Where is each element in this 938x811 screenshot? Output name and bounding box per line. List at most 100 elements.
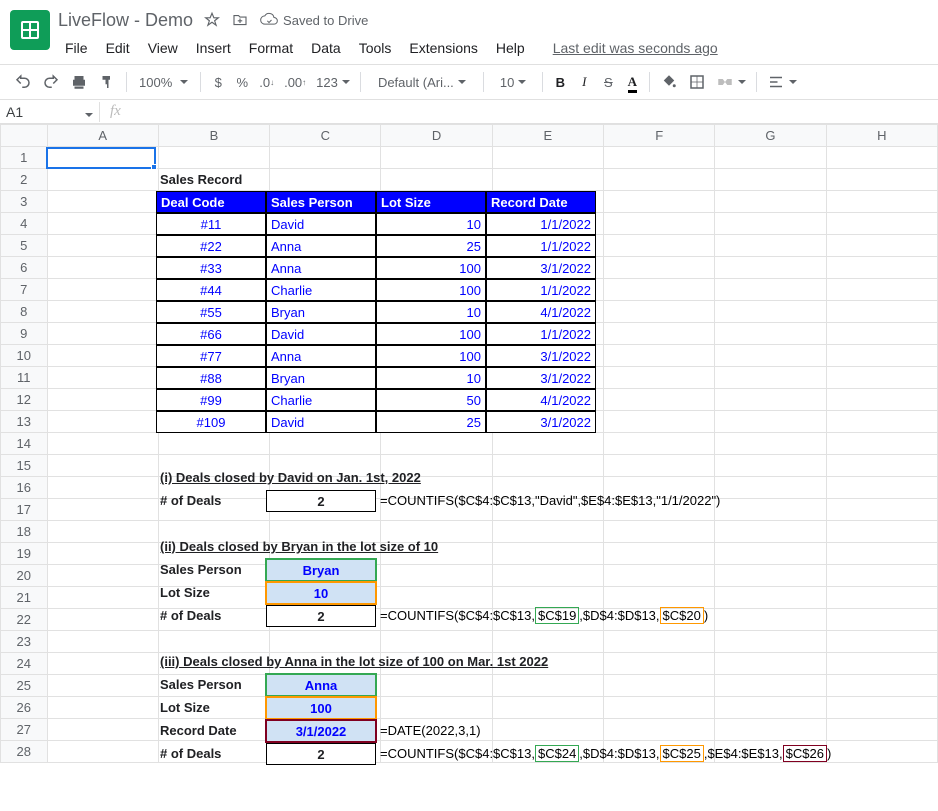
cell[interactable] [270,169,381,191]
row-header[interactable]: 4 [1,213,48,235]
cell[interactable] [158,147,269,169]
cell[interactable] [47,389,158,411]
cell[interactable] [826,345,937,367]
cell[interactable] [604,433,715,455]
cell[interactable] [826,323,937,345]
cell[interactable] [604,697,715,719]
cell[interactable] [604,389,715,411]
font-size-select[interactable]: 10 [490,73,536,92]
cell[interactable] [826,389,937,411]
row-header[interactable]: 5 [1,235,48,257]
zoom-select[interactable]: 100% [133,73,194,92]
cell[interactable] [715,279,826,301]
cell[interactable] [381,587,492,609]
cell[interactable] [715,477,826,499]
cell[interactable] [47,455,158,477]
decrease-decimal-icon[interactable]: .0↓ [255,71,278,94]
row-header[interactable]: 28 [1,741,48,763]
cell[interactable] [604,169,715,191]
currency-icon[interactable]: $ [207,71,229,94]
cell[interactable] [715,587,826,609]
col-header[interactable]: G [715,125,826,147]
more-formats[interactable]: 123 [312,71,354,94]
menu-file[interactable]: File [58,38,95,58]
row-header[interactable]: 11 [1,367,48,389]
cell[interactable] [715,433,826,455]
cell[interactable] [604,631,715,653]
cell[interactable] [47,147,158,169]
cell[interactable] [826,697,937,719]
cell[interactable] [492,631,603,653]
cell[interactable] [826,741,937,763]
row-header[interactable]: 8 [1,301,48,323]
cell[interactable] [715,697,826,719]
cell[interactable] [715,367,826,389]
cell[interactable] [715,389,826,411]
cell[interactable] [47,477,158,499]
cell[interactable] [715,235,826,257]
row-header[interactable]: 24 [1,653,48,675]
cell[interactable] [492,543,603,565]
cell[interactable] [604,345,715,367]
cell[interactable] [47,411,158,433]
menu-view[interactable]: View [141,38,185,58]
cell[interactable] [381,565,492,587]
cell[interactable] [604,323,715,345]
cell[interactable] [826,411,937,433]
row-header[interactable]: 17 [1,499,48,521]
undo-icon[interactable] [10,69,36,95]
row-header[interactable]: 3 [1,191,48,213]
cell[interactable] [492,587,603,609]
cell[interactable] [604,411,715,433]
borders-icon[interactable] [684,69,710,95]
cell[interactable] [604,213,715,235]
menu-tools[interactable]: Tools [352,38,399,58]
col-header[interactable]: E [492,125,603,147]
cell[interactable] [715,675,826,697]
last-edit[interactable]: Last edit was seconds ago [546,38,725,58]
cell[interactable] [715,455,826,477]
merge-icon[interactable] [712,69,750,95]
cell[interactable] [826,543,937,565]
text-color-icon[interactable]: A [621,70,643,94]
menu-data[interactable]: Data [304,38,348,58]
cell[interactable] [826,477,937,499]
cell[interactable] [604,191,715,213]
move-icon[interactable] [231,11,249,29]
cell[interactable] [604,675,715,697]
cell[interactable] [715,213,826,235]
cell[interactable] [270,433,381,455]
row-header[interactable]: 7 [1,279,48,301]
cell[interactable] [381,433,492,455]
paint-format-icon[interactable] [94,69,120,95]
cell[interactable] [826,169,937,191]
col-header[interactable]: A [47,125,158,147]
font-select[interactable]: Default (Ari... [367,72,477,93]
menu-help[interactable]: Help [489,38,532,58]
col-header[interactable]: D [381,125,492,147]
increase-decimal-icon[interactable]: .00↑ [280,71,310,94]
cell[interactable] [826,235,937,257]
cell[interactable] [826,609,937,631]
cell[interactable] [47,191,158,213]
cell[interactable] [826,279,937,301]
cell[interactable] [715,147,826,169]
cell[interactable] [715,499,826,521]
cell[interactable] [47,609,158,631]
cell[interactable] [604,147,715,169]
cell[interactable] [826,257,937,279]
row-header[interactable]: 21 [1,587,48,609]
cell[interactable] [381,697,492,719]
cell[interactable] [47,169,158,191]
cell[interactable] [715,411,826,433]
cell[interactable] [715,191,826,213]
cell[interactable] [715,345,826,367]
cell[interactable] [47,631,158,653]
row-header[interactable]: 10 [1,345,48,367]
cell[interactable] [826,675,937,697]
cell[interactable] [47,741,158,763]
row-header[interactable]: 2 [1,169,48,191]
row-header[interactable]: 26 [1,697,48,719]
cell[interactable] [604,719,715,741]
italic-icon[interactable]: I [573,70,595,94]
